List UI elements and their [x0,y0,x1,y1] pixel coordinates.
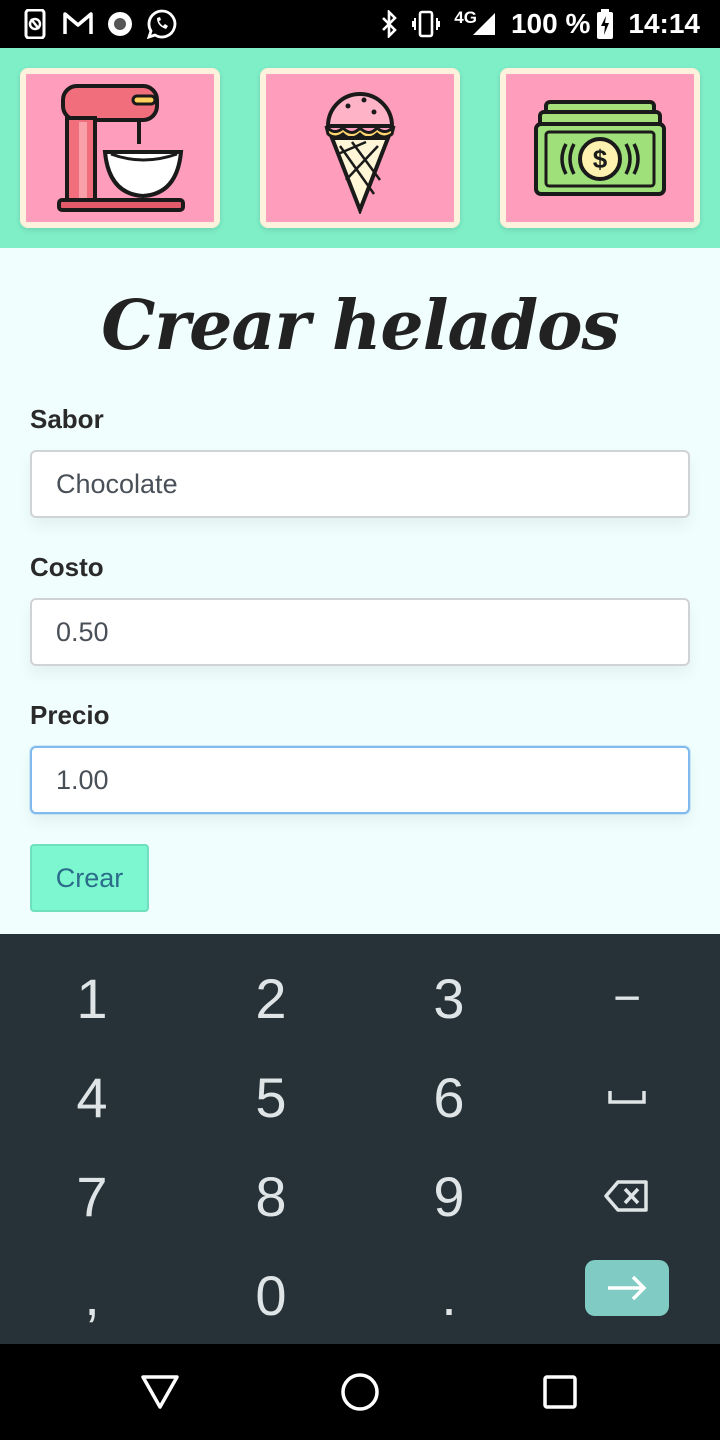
sabor-label: Sabor [30,404,104,434]
precio-input[interactable] [30,746,690,814]
backspace-icon [604,1180,648,1212]
money-bill-icon: $ [534,100,666,196]
precio-label: Precio [30,700,110,730]
clock: 14:14 [628,8,700,39]
key-period[interactable]: . [359,1245,539,1345]
record-icon [104,8,136,40]
key-space[interactable] [537,1047,717,1147]
screen-share-icon [20,8,52,40]
mixer-tile[interactable] [20,68,220,228]
header-banner: $ [0,48,720,248]
key-7[interactable]: 7 [2,1146,182,1246]
key-1[interactable]: 1 [2,948,182,1048]
key-6[interactable]: 6 [359,1047,539,1147]
key-0[interactable]: 0 [181,1245,361,1345]
bluetooth-icon [380,10,398,38]
home-icon [341,1373,379,1411]
costo-input[interactable] [30,598,690,666]
status-bar: 4G 100 % 14:14 [0,0,720,48]
numeric-keyboard: 1 2 3 − 4 5 6 7 8 9 , 0 . [0,934,720,1344]
whatsapp-icon [146,8,178,40]
costo-label: Costo [30,552,104,582]
space-icon [608,1091,646,1104]
main-content: Crear helados Sabor Costo Precio Crear [0,248,720,934]
nav-recents-button[interactable] [538,1370,582,1414]
ice-cream-tile[interactable] [260,68,460,228]
money-tile[interactable]: $ [500,68,700,228]
nav-home-button[interactable] [338,1370,382,1414]
page-title: Crear helados [101,286,620,366]
signal-icon: 4G [454,8,497,37]
battery-charging-icon [596,9,614,39]
recents-icon [543,1375,577,1409]
nav-back-button[interactable] [138,1370,182,1414]
stand-mixer-icon [57,84,185,212]
key-comma[interactable]: , [2,1245,182,1345]
key-5[interactable]: 5 [181,1047,361,1147]
key-3[interactable]: 3 [359,948,539,1048]
svg-text:$: $ [593,144,608,174]
gmail-icon [62,8,94,40]
enter-arrow-icon [608,1275,647,1301]
key-9[interactable]: 9 [359,1146,539,1246]
key-2[interactable]: 2 [181,948,361,1048]
crear-button[interactable]: Crear [30,844,149,912]
sabor-input[interactable] [30,450,690,518]
key-minus[interactable]: − [537,948,717,1048]
battery-percent: 100 % [510,8,591,39]
key-4[interactable]: 4 [2,1047,182,1147]
navigation-bar [0,1344,720,1440]
key-enter[interactable] [585,1260,669,1316]
key-backspace[interactable] [537,1146,717,1246]
key-8[interactable]: 8 [181,1146,361,1246]
ice-cream-cone-icon [324,92,396,214]
vibrate-icon [412,10,441,38]
back-icon [141,1375,179,1409]
